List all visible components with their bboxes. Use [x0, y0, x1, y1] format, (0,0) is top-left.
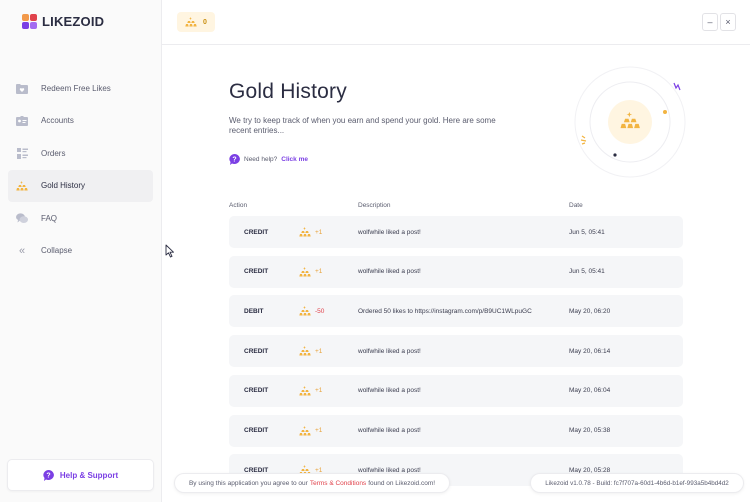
row-description: wolfwhile liked a post! [358, 268, 421, 276]
gold-bars-icon [16, 180, 28, 192]
help-text: Need help? [244, 156, 278, 163]
version-text: Likezoid v1.0.78 - Build: fc7f707a-60d1-… [545, 479, 729, 487]
sidebar-item-label: Orders [41, 148, 66, 158]
row-description: Ordered 50 likes to https://instagram.co… [358, 307, 532, 315]
row-date: May 20, 06:14 [569, 347, 611, 355]
help-link[interactable]: Click me [281, 156, 308, 163]
terms-suffix: found on Likezoid.com! [368, 479, 436, 487]
id-card-icon [16, 115, 28, 127]
terms-link[interactable]: Terms & Conditions [310, 480, 366, 487]
row-action: DEBIT [244, 307, 264, 315]
minimize-button[interactable]: – [702, 13, 718, 31]
row-action: CREDIT [244, 347, 269, 355]
help-support-button[interactable]: ? Help & Support [7, 459, 154, 491]
svg-text:?: ? [232, 157, 236, 164]
row-date: May 20, 06:04 [569, 387, 611, 395]
sidebar-item-label: Collapse [41, 246, 73, 256]
gold-coins-icon [299, 385, 311, 396]
likezoid-logo-icon [22, 14, 37, 29]
version-badge: Likezoid v1.0.78 - Build: fc7f707a-60d1-… [530, 473, 744, 493]
sidebar-item-label: Accounts [41, 116, 74, 126]
row-description: wolfwhile liked a post! [358, 347, 421, 355]
terms-notice: By using this application you agree to o… [174, 473, 450, 493]
heart-folder-icon [16, 82, 28, 94]
row-action: CREDIT [244, 228, 269, 236]
row-amount: +1 [299, 335, 322, 367]
app-logo: LIKEZOID [22, 13, 104, 29]
sidebar-item-accounts[interactable]: Accounts [8, 105, 153, 137]
chat-bubbles-icon [16, 212, 28, 224]
row-action: CREDIT [244, 268, 269, 276]
sidebar-item-collapse[interactable]: « Collapse [8, 235, 153, 267]
orders-list-icon [16, 147, 28, 159]
row-amount: +1 [299, 216, 322, 248]
sidebar-item-label: Gold History [41, 181, 86, 191]
svg-text:?: ? [46, 472, 50, 479]
table-header: Action Description Date [229, 202, 683, 212]
column-header-date: Date [569, 202, 583, 209]
table-row: CREDIT +1 wolfwhile liked a post! May 20, 0… [229, 414, 683, 447]
mouse-cursor-icon [165, 244, 174, 258]
row-date: Jun 5, 05:41 [569, 268, 605, 276]
table-row: CREDIT +1 wolfwhile liked a post! Jun 5, 05… [229, 216, 683, 248]
app-name: LIKEZOID [42, 13, 105, 29]
sidebar-item-gold-history[interactable]: Gold History [8, 169, 153, 202]
top-bar: 0 – × [162, 0, 750, 45]
gold-illustration [574, 66, 686, 178]
gold-coins-icon [299, 346, 311, 356]
sidebar-item-orders[interactable]: Orders [8, 137, 153, 169]
row-date: May 20, 06:20 [569, 307, 611, 315]
table-row: CREDIT +1 wolfwhile liked a post! May 20, 0… [229, 374, 683, 407]
close-icon: × [725, 17, 731, 27]
sidebar-item-label: FAQ [41, 213, 58, 223]
row-date: May 20, 05:38 [569, 427, 611, 434]
row-amount-value: +1 [315, 228, 323, 236]
close-button[interactable]: × [720, 13, 736, 31]
row-amount-value: +1 [315, 427, 323, 434]
table-row: CREDIT +1 wolfwhile liked a post! Jun 5, 05… [229, 255, 683, 288]
row-amount-value: -50 [315, 307, 325, 315]
sidebar-item-label: Redeem Free Likes [41, 83, 111, 93]
row-amount: +1 [299, 375, 322, 407]
column-header-action: Action [229, 202, 248, 209]
row-description: wolfwhile liked a post! [358, 387, 421, 395]
help-bubble-icon: ? [229, 154, 240, 165]
gold-balance-value: 0 [203, 18, 207, 26]
row-amount: +1 [299, 415, 322, 447]
table-row: CREDIT +1 wolfwhile liked a post! May 20, 0… [229, 335, 683, 368]
table-row: DEBIT -50 Ordered 50 likes to https://inst… [229, 295, 683, 328]
gold-coins-icon [185, 17, 197, 27]
help-support-label: Help & Support [59, 470, 119, 480]
double-chevron-left-icon: « [18, 244, 26, 257]
row-date: Jun 5, 05:41 [569, 228, 605, 236]
sidebar-item-redeem-free-likes[interactable]: Redeem Free Likes [8, 72, 153, 104]
sidebar: LIKEZOID Redeem Free Likes Accounts Orde… [0, 0, 162, 502]
gold-coins-icon [299, 266, 311, 277]
row-action: CREDIT [244, 427, 269, 434]
row-description: wolfwhile liked a post! [358, 427, 421, 434]
gold-coins-icon [299, 306, 311, 316]
row-amount-value: +1 [315, 268, 323, 276]
gold-balance-chip[interactable]: 0 [177, 12, 215, 32]
column-header-description: Description [358, 202, 391, 209]
page-subtitle: We try to keep track of when you earn an… [229, 116, 496, 135]
row-amount-value: +1 [315, 347, 323, 355]
row-amount: +1 [299, 256, 322, 288]
sidebar-nav: Redeem Free Likes Accounts Orders Gold H… [8, 72, 153, 268]
terms-prefix: By using this application you agree to o… [188, 479, 308, 487]
row-description: wolfwhile liked a post! [358, 228, 421, 236]
sidebar-item-faq[interactable]: FAQ [8, 202, 153, 234]
row-amount-value: +1 [315, 387, 323, 395]
row-action: CREDIT [244, 387, 269, 395]
row-amount: -50 [299, 295, 324, 327]
help-row: ? Need help? Click me [229, 154, 308, 165]
help-bubble-icon: ? [43, 469, 54, 481]
minimize-icon: – [707, 17, 713, 27]
gold-coins-icon [299, 227, 311, 237]
gold-coins-icon [299, 425, 311, 435]
page-title: Gold History [229, 80, 347, 103]
